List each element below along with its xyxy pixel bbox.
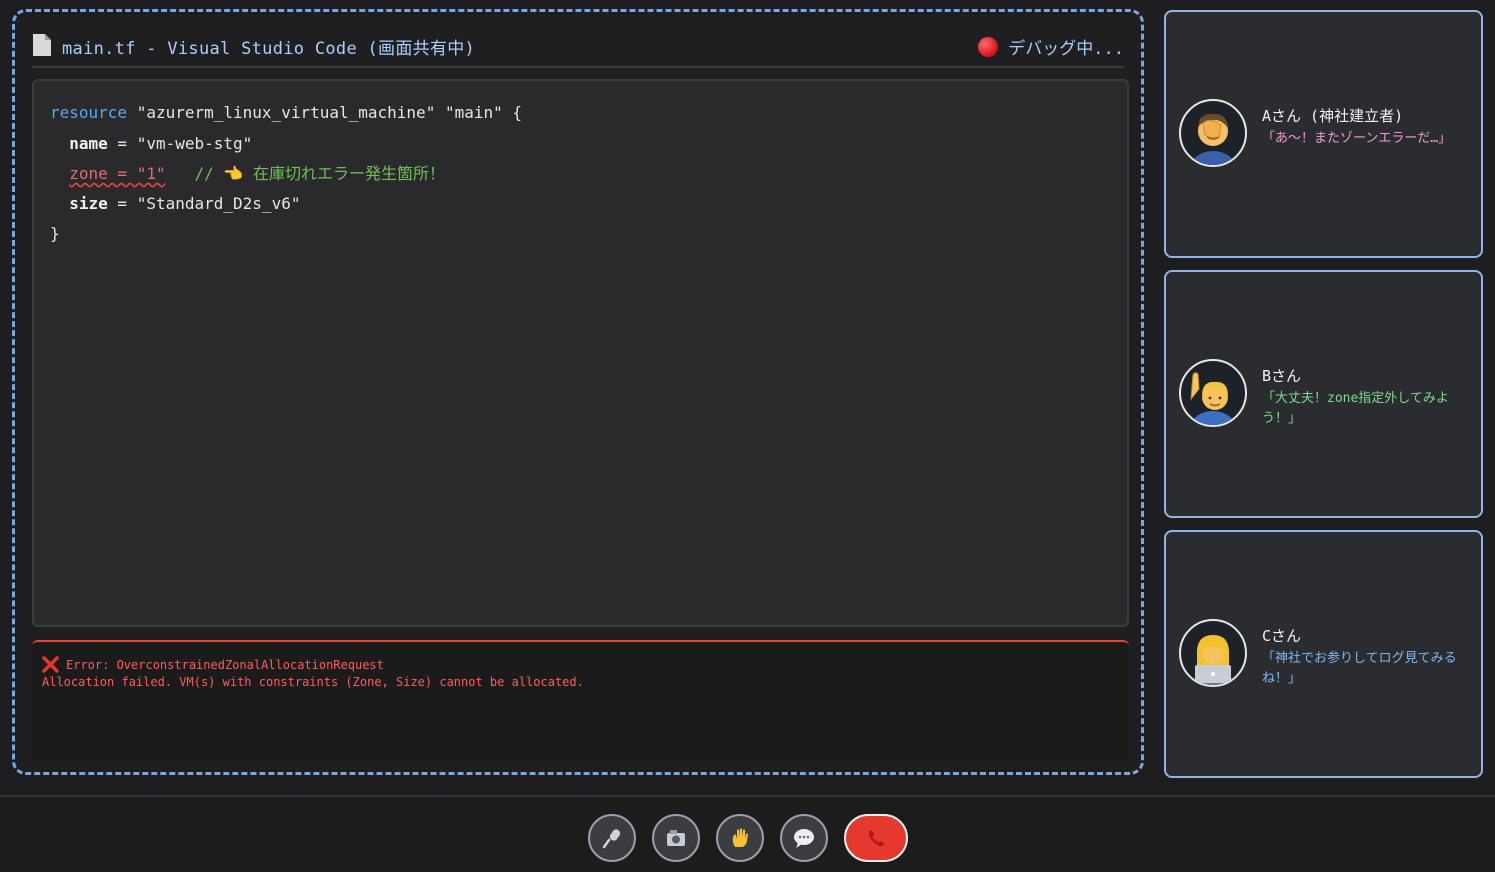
size-property: size [69, 194, 108, 213]
participant-quote: 「神社でお参りしてログ見てみるね！」 [1262, 651, 1457, 686]
debug-status: デバッグ中... [978, 34, 1124, 59]
participant-quote: 「大丈夫！zone指定外してみよう！」 [1262, 391, 1449, 426]
resource-keyword: resource [50, 103, 128, 122]
assign-operator: = [107, 134, 137, 153]
error-detail: Allocation failed. VM(s) with constraint… [42, 675, 584, 689]
code-line-2: name = "vm-web-stg" [50, 133, 252, 155]
participant-tile-c[interactable]: Cさん 「神社でお参りしてログ見てみるね！」 [1164, 530, 1483, 778]
raise-hand-button[interactable] [716, 814, 764, 862]
participant-quote: 「あ～！またゾーンエラーだ…」 [1262, 131, 1452, 146]
window-title-bar: main.tf - Visual Studio Code (画面共有中) デバッ… [32, 30, 1124, 68]
error-x-icon [42, 656, 59, 673]
code-line-5: } [50, 224, 60, 243]
mic-icon [602, 829, 621, 849]
resource-name: "main" [444, 103, 503, 122]
debug-status-label: デバッグ中... [1008, 39, 1124, 59]
window-title: main.tf - Visual Studio Code (画面共有中) [62, 39, 476, 59]
camera-icon [667, 830, 685, 846]
name-value: "vm-web-stg" [136, 134, 253, 153]
code-line-3: zone = "1" // 👈 在庫切れエラー発生箇所！ [50, 163, 445, 185]
camera-button[interactable] [652, 814, 700, 862]
participant-tile-a[interactable]: Aさん (神社建立者) 「あ～！またゾーンエラーだ…」 [1164, 10, 1483, 258]
facepalm-person-icon [1179, 99, 1247, 167]
person-with-laptop-icon [1179, 619, 1247, 687]
participant-tile-b[interactable]: Bさん 「大丈夫！zone指定外してみよう！」 [1164, 270, 1483, 518]
name-property: name [69, 134, 108, 153]
participant-name: Cさん [1262, 627, 1302, 645]
raise-hand-icon [732, 828, 748, 847]
error-comment: // 👈 在庫切れエラー発生箇所！ [194, 164, 445, 183]
assign-operator: = [107, 194, 137, 213]
code-line-4: size = "Standard_D2s_v6" [50, 193, 300, 215]
end-call-button[interactable] [844, 814, 908, 862]
shared-screen-panel: main.tf - Visual Studio Code (画面共有中) デバッ… [12, 9, 1144, 775]
error-console: Error: OverconstrainedZonalAllocationReq… [32, 640, 1129, 760]
resource-type: "azurerm_linux_virtual_machine" [136, 103, 436, 122]
participant-name: Bさん [1262, 367, 1302, 385]
open-brace: { [512, 103, 523, 122]
chat-icon [794, 829, 814, 848]
mic-button[interactable] [588, 814, 636, 862]
error-title: Error: OverconstrainedZonalAllocationReq… [66, 658, 384, 672]
call-control-bar [0, 795, 1495, 872]
file-icon [33, 34, 51, 56]
record-dot-icon [978, 36, 999, 57]
chat-button[interactable] [780, 814, 828, 862]
code-editor[interactable]: resource "azurerm_linux_virtual_machine"… [32, 79, 1129, 627]
participant-name: Aさん (神社建立者) [1262, 107, 1404, 125]
raising-hand-person-icon [1179, 359, 1247, 427]
size-value: "Standard_D2s_v6" [136, 194, 301, 213]
code-line-1: resource "azurerm_linux_virtual_machine"… [50, 102, 522, 124]
zone-error-code[interactable]: zone = "1" [69, 164, 165, 183]
end-call-icon [868, 829, 885, 847]
